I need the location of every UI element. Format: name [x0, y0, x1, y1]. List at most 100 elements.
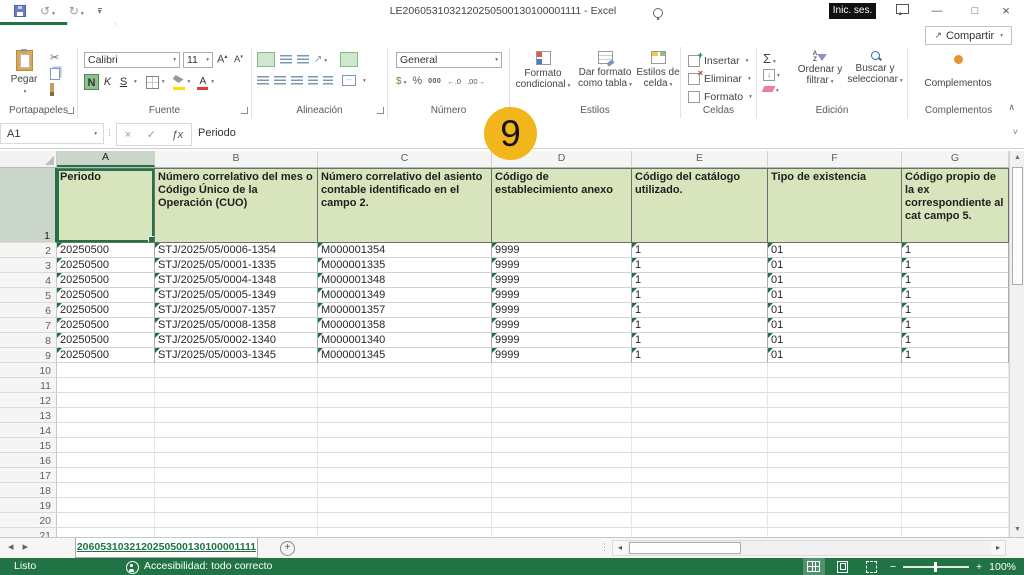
cell-C14[interactable]: [318, 423, 492, 438]
scroll-left-icon[interactable]: ◂: [613, 541, 627, 555]
cell-F11[interactable]: [768, 378, 902, 393]
row-header-10[interactable]: 10: [0, 363, 57, 378]
cell-E21[interactable]: [632, 528, 768, 537]
sign-in-button[interactable]: Inic. ses.: [829, 3, 876, 19]
row-header-12[interactable]: 12: [0, 393, 57, 408]
cell-F3[interactable]: 01: [768, 258, 902, 273]
orientation-button[interactable]: ↗▾: [314, 54, 327, 65]
cell-D20[interactable]: [492, 513, 632, 528]
cell-D11[interactable]: [492, 378, 632, 393]
cell-E7[interactable]: 1: [632, 318, 768, 333]
cell-E13[interactable]: [632, 408, 768, 423]
cell-G15[interactable]: [902, 438, 1009, 453]
increase-decimal-button[interactable]: ←.0: [447, 77, 461, 86]
row-header-6[interactable]: 6: [0, 303, 57, 318]
cell-B9[interactable]: STJ/2025/05/0003-1345: [155, 348, 318, 363]
cell-F13[interactable]: [768, 408, 902, 423]
row-header-5[interactable]: 5: [0, 288, 57, 303]
cell-F14[interactable]: [768, 423, 902, 438]
cell-C18[interactable]: [318, 483, 492, 498]
minimize-button[interactable]: —: [928, 0, 946, 22]
scroll-up-icon[interactable]: ▲: [1010, 151, 1024, 165]
cell-B10[interactable]: [155, 363, 318, 378]
enter-icon[interactable]: ✓: [147, 128, 156, 141]
cell-E20[interactable]: [632, 513, 768, 528]
cell-G11[interactable]: [902, 378, 1009, 393]
zoom-in-button[interactable]: +: [976, 561, 982, 573]
cell-A15[interactable]: [57, 438, 155, 453]
row-header-13[interactable]: 13: [0, 408, 57, 423]
name-box-splitter[interactable]: ⁝: [108, 128, 111, 139]
cell-E5[interactable]: 1: [632, 288, 768, 303]
ribbon-display-options-button[interactable]: [893, 0, 911, 22]
expand-formula-bar-icon[interactable]: ˅: [1013, 127, 1018, 137]
cell-G10[interactable]: [902, 363, 1009, 378]
cell-B4[interactable]: STJ/2025/05/0004-1348: [155, 273, 318, 288]
cell-D9[interactable]: 9999: [492, 348, 632, 363]
cell-B16[interactable]: [155, 453, 318, 468]
cell-F17[interactable]: [768, 468, 902, 483]
cell-B8[interactable]: STJ/2025/05/0002-1340: [155, 333, 318, 348]
cell-F2[interactable]: 01: [768, 243, 902, 258]
close-button[interactable]: ×: [997, 0, 1015, 22]
cell-C7[interactable]: M000001358: [318, 318, 492, 333]
maximize-button[interactable]: □: [966, 0, 984, 22]
cell-B15[interactable]: [155, 438, 318, 453]
cut-icon[interactable]: ✂: [50, 51, 60, 65]
borders-dropdown[interactable]: ▾: [162, 79, 165, 85]
cell-E9[interactable]: 1: [632, 348, 768, 363]
underline-button[interactable]: S: [116, 74, 131, 90]
cell-E11[interactable]: [632, 378, 768, 393]
column-header-C[interactable]: C: [318, 151, 492, 167]
scroll-right-icon[interactable]: ▸: [991, 541, 1005, 555]
zoom-out-button[interactable]: −: [890, 561, 896, 573]
shrink-font-button[interactable]: A▾: [234, 54, 243, 65]
cell-A1[interactable]: Periodo: [57, 168, 155, 243]
cell-C6[interactable]: M000001357: [318, 303, 492, 318]
cell-D10[interactable]: [492, 363, 632, 378]
clipboard-dialog-launcher[interactable]: [67, 107, 74, 114]
cell-G2[interactable]: 1: [902, 243, 1009, 258]
cell-D3[interactable]: 9999: [492, 258, 632, 273]
cell-C9[interactable]: M000001345: [318, 348, 492, 363]
cell-G13[interactable]: [902, 408, 1009, 423]
cell-E2[interactable]: 1: [632, 243, 768, 258]
font-color-dropdown[interactable]: ▾: [211, 79, 214, 85]
cell-D13[interactable]: [492, 408, 632, 423]
column-header-E[interactable]: E: [632, 151, 768, 167]
cell-E17[interactable]: [632, 468, 768, 483]
row-header-21[interactable]: 21: [0, 528, 57, 537]
comma-style-button[interactable]: 000: [428, 78, 441, 85]
cell-D6[interactable]: 9999: [492, 303, 632, 318]
row-header-4[interactable]: 4: [0, 273, 57, 288]
cell-D16[interactable]: [492, 453, 632, 468]
cell-C5[interactable]: M000001349: [318, 288, 492, 303]
cell-E1[interactable]: Código del catálogo utilizado.: [632, 168, 768, 243]
align-center-button[interactable]: [274, 76, 286, 85]
find-select-button[interactable]: Buscar y seleccionar▾: [847, 51, 903, 87]
font-color-button[interactable]: A: [197, 75, 208, 90]
share-button[interactable]: ↗ Compartir ▾: [925, 26, 1012, 45]
cell-D5[interactable]: 9999: [492, 288, 632, 303]
cell-A14[interactable]: [57, 423, 155, 438]
cell-C10[interactable]: [318, 363, 492, 378]
cell-C11[interactable]: [318, 378, 492, 393]
cell-F1[interactable]: Tipo de existencia: [768, 168, 902, 243]
cancel-icon[interactable]: ×: [125, 129, 131, 141]
cell-F19[interactable]: [768, 498, 902, 513]
increase-indent-button[interactable]: [323, 76, 333, 85]
cell-A11[interactable]: [57, 378, 155, 393]
cell-B21[interactable]: [155, 528, 318, 537]
font-size-select[interactable]: 11▾: [183, 52, 213, 68]
cell-B13[interactable]: [155, 408, 318, 423]
cell-C20[interactable]: [318, 513, 492, 528]
wrap-text-button[interactable]: [340, 52, 358, 67]
cell-G17[interactable]: [902, 468, 1009, 483]
cell-B6[interactable]: STJ/2025/05/0007-1357: [155, 303, 318, 318]
row-header-19[interactable]: 19: [0, 498, 57, 513]
zoom-slider-thumb[interactable]: [934, 562, 937, 572]
cell-D19[interactable]: [492, 498, 632, 513]
cell-E4[interactable]: 1: [632, 273, 768, 288]
underline-dropdown[interactable]: ▾: [134, 79, 137, 85]
active-sheet-tab[interactable]: 2060531032120250500130100001111: [75, 538, 258, 558]
